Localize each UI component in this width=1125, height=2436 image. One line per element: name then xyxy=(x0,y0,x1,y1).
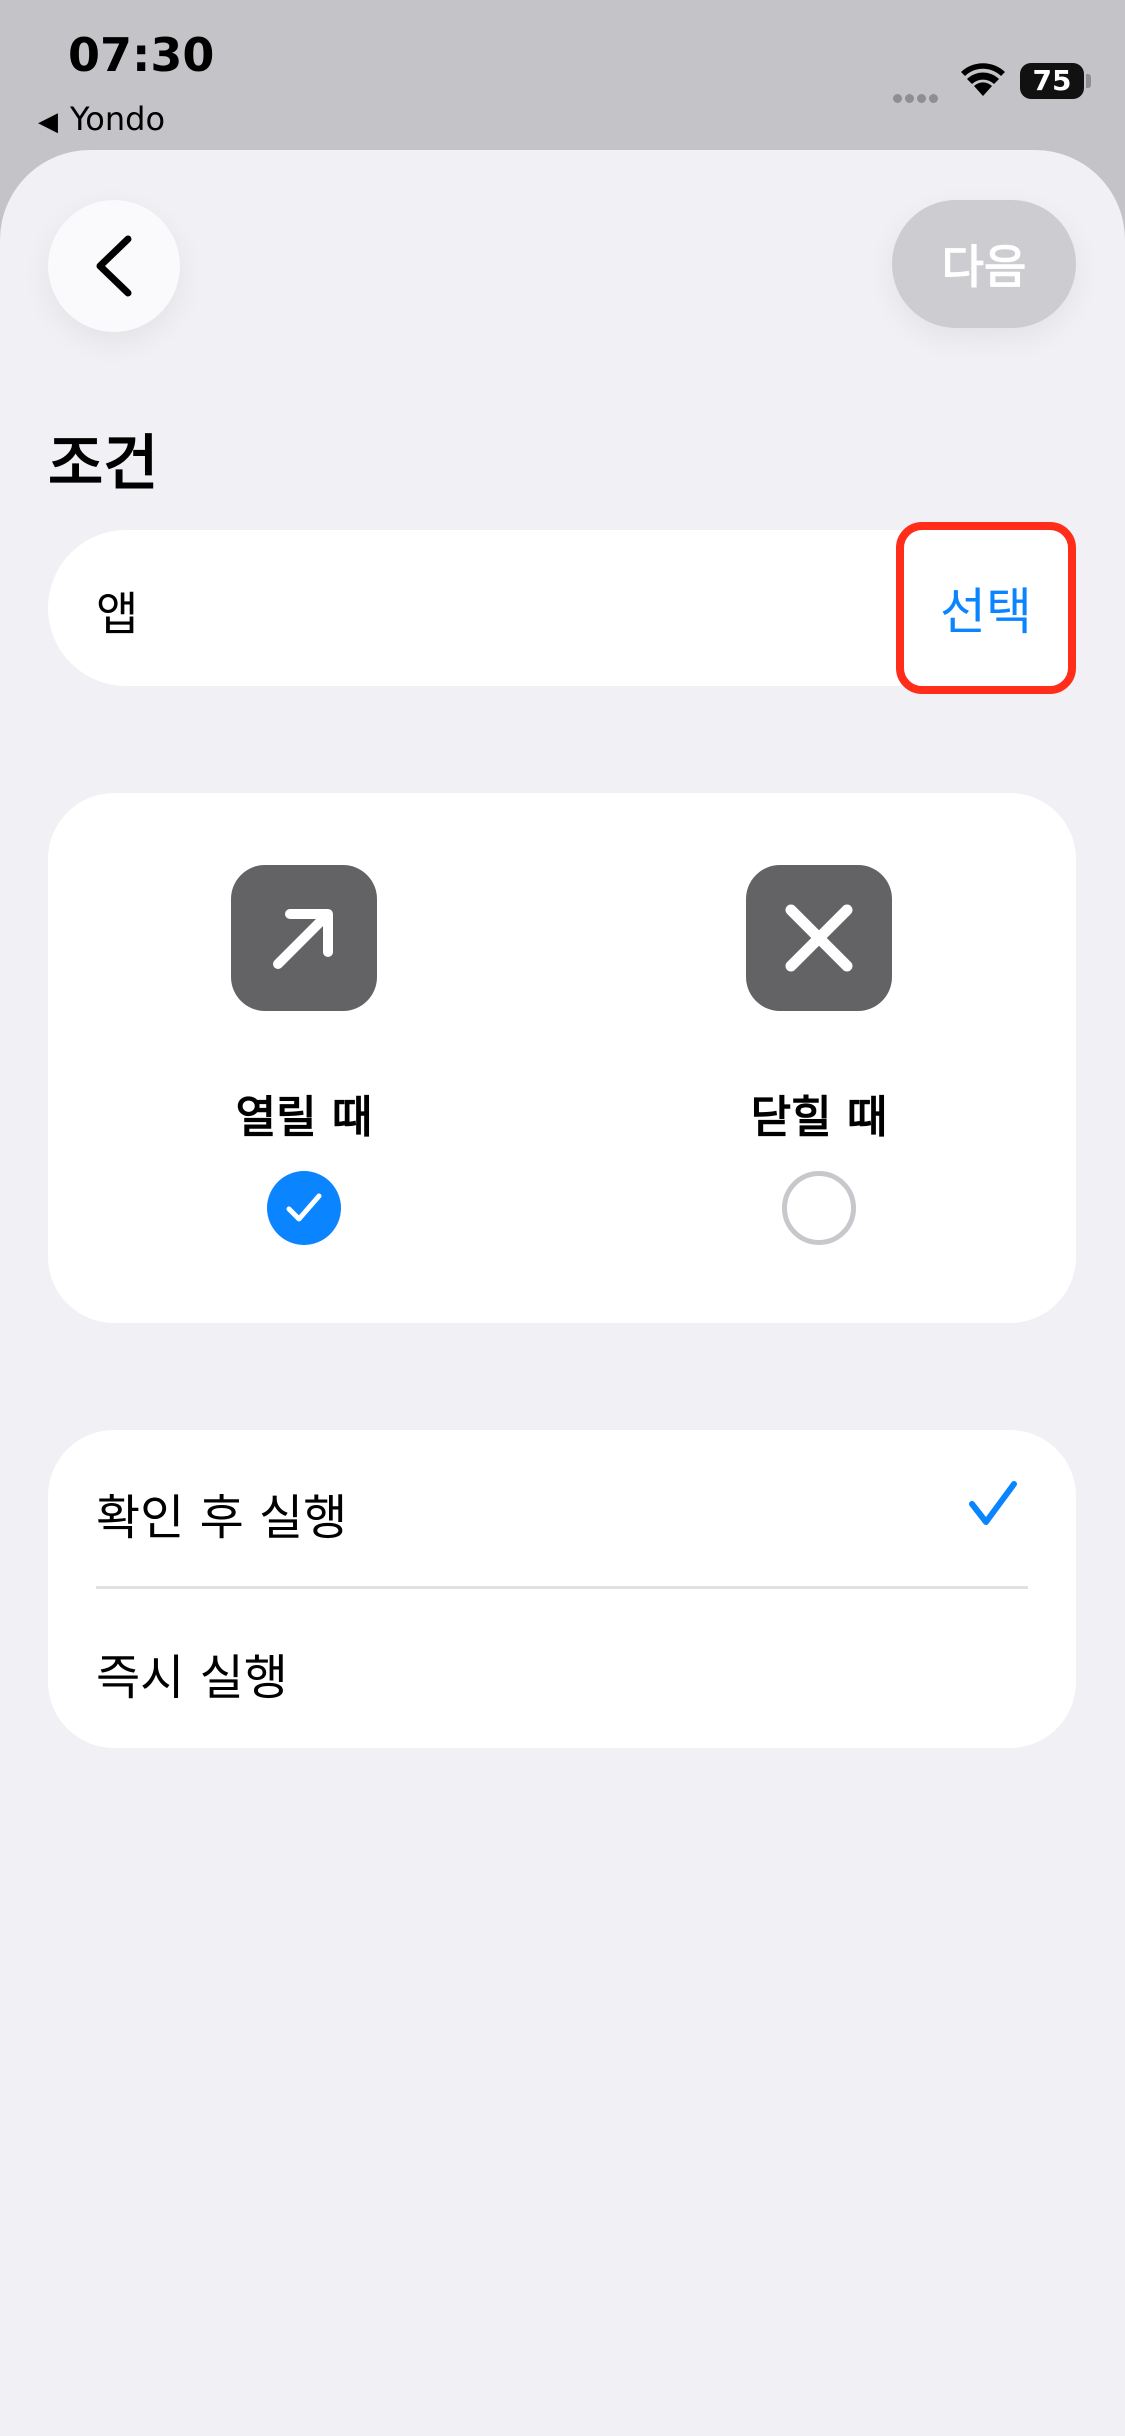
radio-unchecked-icon[interactable] xyxy=(782,1171,856,1245)
app-label: 앱 xyxy=(96,587,139,641)
mode-row-immediate[interactable]: 즉시 실행 xyxy=(48,1590,1076,1748)
back-to-app-link[interactable]: ◀ Yondo xyxy=(38,100,165,138)
back-button[interactable] xyxy=(48,200,180,332)
battery-tip xyxy=(1086,74,1091,88)
trigger-option-close[interactable]: 닫힐 때 xyxy=(669,865,969,1245)
trigger-label-close: 닫힐 때 xyxy=(750,1092,888,1143)
trigger-option-open[interactable]: 열릴 때 xyxy=(154,865,454,1245)
arrow-up-right-icon xyxy=(231,865,377,1011)
section-title: 조건 xyxy=(48,429,159,499)
status-time: 07:30 xyxy=(68,28,215,82)
mode-label-immediate: 즉시 실행 xyxy=(96,1650,288,1706)
mode-label-confirm: 확인 후 실행 xyxy=(96,1490,348,1546)
chevron-left-icon xyxy=(96,235,132,297)
back-triangle-icon: ◀ xyxy=(38,107,58,137)
xmark-icon xyxy=(746,865,892,1011)
select-app-button[interactable]: 선택 xyxy=(896,522,1076,694)
run-mode-card: 확인 후 실행 즉시 실행 xyxy=(48,1430,1076,1748)
battery-icon: 75 xyxy=(1020,63,1084,99)
mode-row-confirm[interactable]: 확인 후 실행 xyxy=(48,1430,1076,1588)
back-app-label: Yondo xyxy=(70,100,166,138)
radio-checked-icon[interactable] xyxy=(267,1171,341,1245)
wifi-icon xyxy=(960,62,1006,102)
checkmark-icon xyxy=(968,1478,1018,1532)
cellular-signal-icon xyxy=(893,88,941,107)
divider xyxy=(96,1586,1028,1589)
trigger-card: 열릴 때 닫힐 때 xyxy=(48,793,1076,1323)
trigger-label-open: 열릴 때 xyxy=(235,1092,373,1143)
next-button[interactable]: 다음 xyxy=(892,200,1076,328)
status-bar: 07:30 ◀ Yondo 75 xyxy=(0,0,1125,150)
